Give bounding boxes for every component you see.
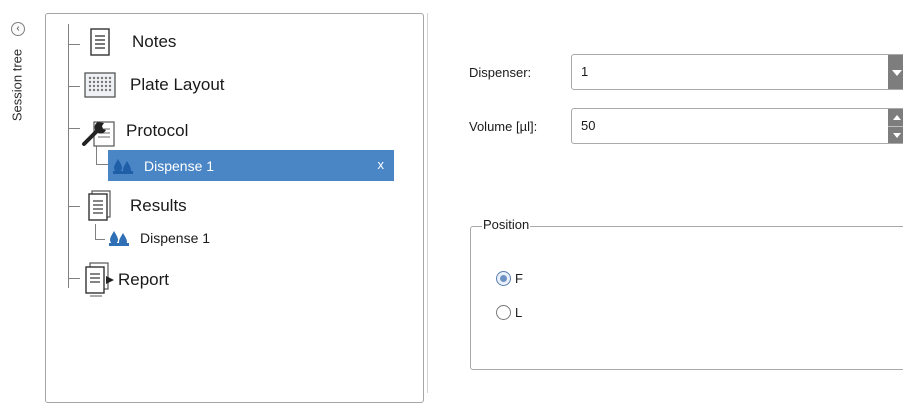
volume-spinbox[interactable]: 50 <box>571 108 903 144</box>
position-radio-l[interactable]: L <box>496 305 522 320</box>
position-group <box>470 226 903 370</box>
tree-child-branch <box>96 164 108 165</box>
spin-down-icon[interactable] <box>888 126 903 143</box>
report-icon <box>85 262 114 297</box>
session-tree-label-container[interactable]: Session tree <box>2 40 32 130</box>
tree-child-branch <box>95 239 105 240</box>
tree-item-dispense-results[interactable]: Dispense 1 <box>108 229 210 247</box>
spin-up-icon[interactable] <box>888 109 903 126</box>
tree-item-label: Report <box>118 270 170 289</box>
tree-item-label: Plate Layout <box>130 75 225 94</box>
radio-checked-icon <box>496 271 511 286</box>
tree-child-line <box>96 146 97 164</box>
tree-item-notes[interactable]: Notes <box>90 28 176 56</box>
radio-label: L <box>515 305 523 320</box>
dispenser-value: 1 <box>581 64 589 79</box>
volume-label: Volume [µl]: <box>469 119 538 134</box>
pane-divider[interactable] <box>427 13 428 393</box>
tree-item-plate-layout[interactable]: Plate Layout <box>84 72 225 98</box>
position-legend: Position <box>482 217 531 232</box>
notes-icon <box>90 28 110 56</box>
drops-icon <box>109 231 129 246</box>
dispenser-select[interactable]: 1 <box>571 54 903 90</box>
dropdown-arrow-icon[interactable] <box>888 55 903 89</box>
tree-item-label: Results <box>130 196 187 215</box>
volume-value: 50 <box>581 118 596 133</box>
session-tree-strip: ‹ Session tree <box>0 0 38 392</box>
radio-unchecked-icon <box>496 305 511 320</box>
tree-item-report[interactable]: Report <box>84 262 169 298</box>
tree-root-line <box>68 24 69 288</box>
plate-grid-icon <box>84 72 116 98</box>
tree-item-dispense-protocol[interactable]: Dispense 1 x <box>108 150 394 181</box>
tree-child-line <box>95 224 96 239</box>
tree-item-label: Dispense 1 <box>144 157 215 174</box>
results-icon <box>88 190 111 221</box>
tree-item-label: Dispense 1 <box>140 230 211 246</box>
tree-item-label: Notes <box>132 32 177 51</box>
tree-item-label: Protocol <box>126 121 189 140</box>
tree-branch-line <box>68 128 80 129</box>
tree-branch-line <box>68 44 80 45</box>
collapse-panel-icon[interactable]: ‹ <box>11 22 25 36</box>
tree-branch-line <box>68 86 80 87</box>
tree-branch-line <box>68 206 80 207</box>
drops-icon <box>113 158 133 174</box>
tree-branch-line <box>68 278 80 279</box>
tree-item-results[interactable]: Results <box>88 190 187 222</box>
volume-spinner <box>888 109 903 143</box>
tree-item-protocol[interactable]: Protocol <box>80 114 188 148</box>
dispenser-label: Dispenser: <box>469 65 532 80</box>
remove-step-icon[interactable]: x <box>378 157 385 172</box>
position-radio-f[interactable]: F <box>496 271 523 286</box>
radio-label: F <box>515 271 523 286</box>
wrench-icon <box>82 121 115 147</box>
session-tree-label: Session tree <box>9 48 25 122</box>
